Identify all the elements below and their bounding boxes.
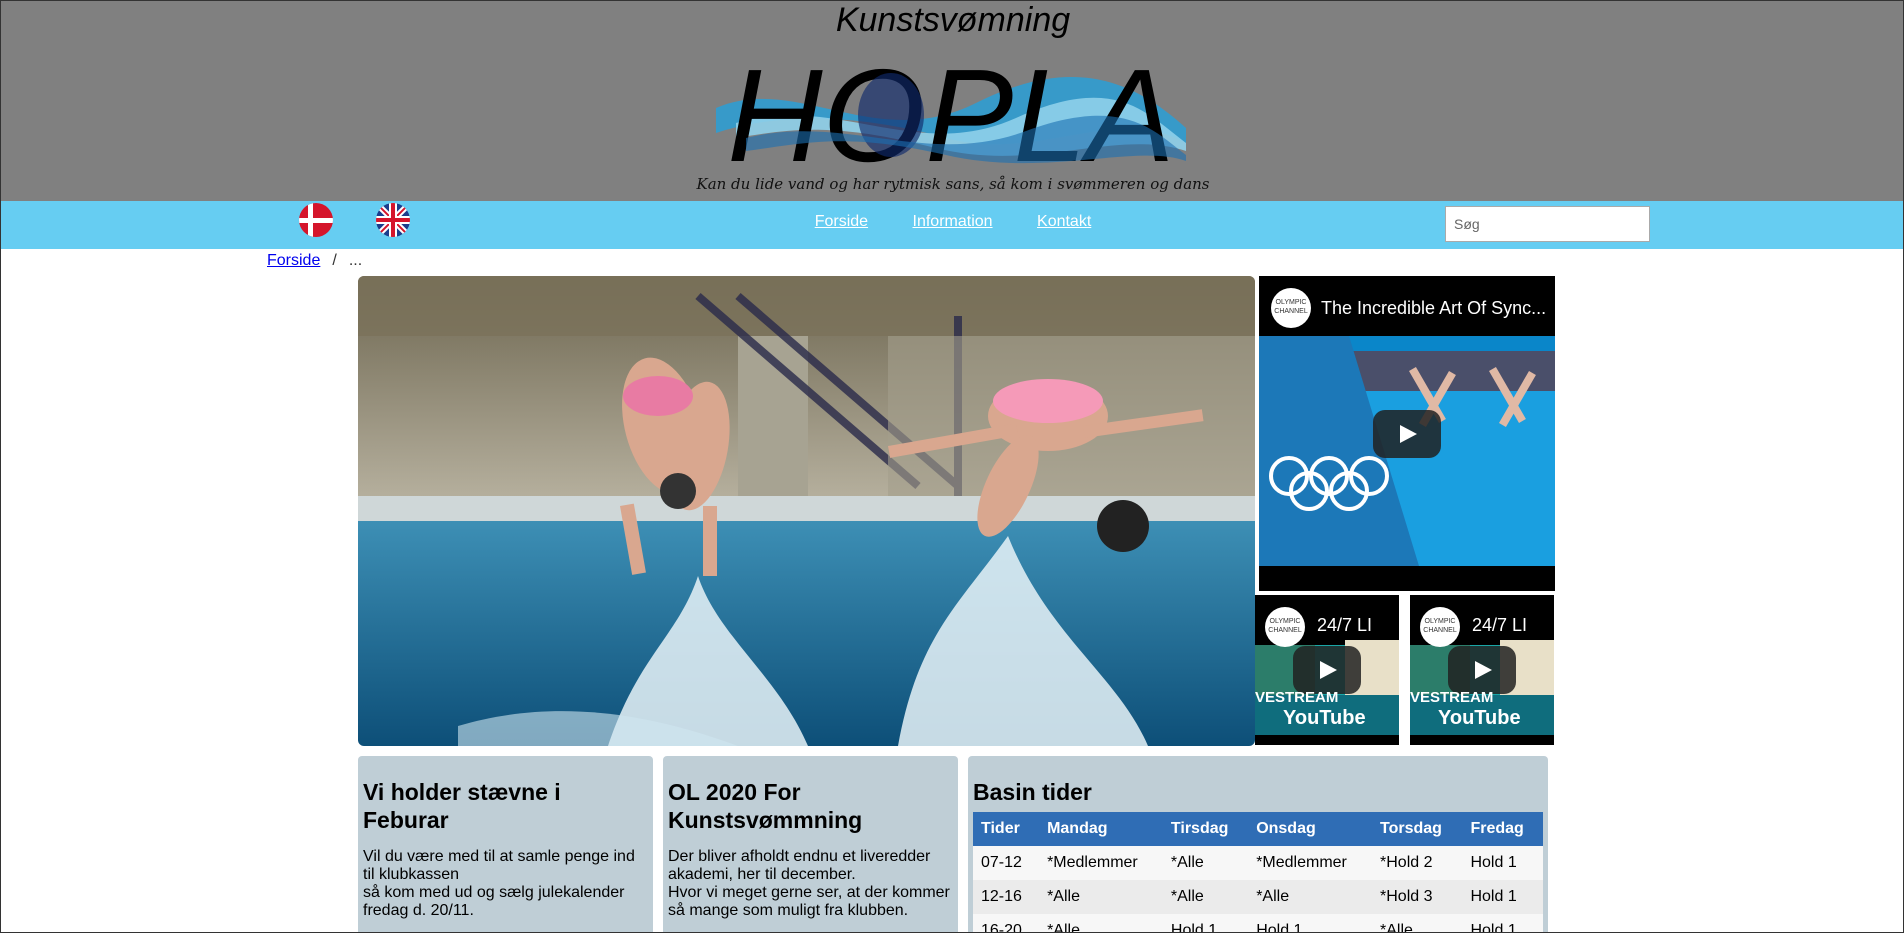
table-cell: *Alle xyxy=(1039,880,1163,914)
play-button-icon[interactable] xyxy=(1293,646,1361,694)
nav-link-kontakt[interactable]: Kontakt xyxy=(1037,213,1091,230)
table-cell: *Medlemmer xyxy=(1248,846,1373,880)
column-header: Tider xyxy=(973,812,1040,846)
nav-link-forside[interactable]: Forside xyxy=(815,213,868,230)
table-cell: *Medlemmer xyxy=(1039,846,1163,880)
table-cell: *Alle xyxy=(1039,914,1163,932)
basin-times-table: Tider Mandag Tirsdag Onsdag Torsdag Fred… xyxy=(973,812,1543,932)
breadcrumb-separator: / xyxy=(332,252,337,269)
logo-subtitle: Kunstsvømning xyxy=(835,1,1071,39)
column-header: Mandag xyxy=(1039,812,1163,846)
video-title[interactable]: 24/7 LI xyxy=(1472,615,1527,636)
page: Kunstsvømning HOPLA Kan du lide vand og … xyxy=(0,0,1904,933)
youtube-logo-icon: YouTube xyxy=(1283,707,1366,729)
table-cell: *Hold 2 xyxy=(1372,846,1463,880)
table-header-row: Tider Mandag Tirsdag Onsdag Torsdag Fred… xyxy=(973,812,1543,846)
video-banner-text: VESTREAM xyxy=(1255,689,1339,706)
video-embed-main[interactable]: OLYMPIC CHANNEL The Incredible Art Of Sy… xyxy=(1259,276,1555,591)
news-card-staevne: Vi holder stævne i Feburar Vil du være m… xyxy=(358,756,653,932)
basin-title: Basin tider xyxy=(973,779,1092,805)
table-cell: *Alle xyxy=(1248,880,1373,914)
breadcrumb-home-link[interactable]: Forside xyxy=(267,252,320,269)
table-cell: 16-20 xyxy=(973,914,1040,932)
search-input[interactable] xyxy=(1445,206,1650,242)
logo-tagline: Kan du lide vand og har rytmisk sans, så… xyxy=(696,175,1210,193)
table-cell: *Alle xyxy=(1162,846,1249,880)
table-row: 12-16 *Alle *Alle *Alle *Hold 3 Hold 1 xyxy=(973,880,1543,914)
table-cell: Hold 1 xyxy=(1248,914,1373,932)
column-header: Onsdag xyxy=(1248,812,1373,846)
column-header: Tirsdag xyxy=(1162,812,1249,846)
card-text-line: Der bliver afholdt endnu et liveredder a… xyxy=(668,848,931,883)
table-row: 07-12 *Medlemmer *Alle *Medlemmer *Hold … xyxy=(973,846,1543,880)
play-button-icon[interactable] xyxy=(1448,646,1516,694)
video-title[interactable]: 24/7 LI xyxy=(1317,615,1372,636)
play-button-icon[interactable] xyxy=(1373,410,1441,458)
video-title[interactable]: The Incredible Art Of Sync... xyxy=(1321,298,1546,319)
table-cell: Hold 1 xyxy=(1462,914,1543,932)
column-header: Torsdag xyxy=(1372,812,1463,846)
card-title: Vi holder stævne i Feburar xyxy=(363,779,561,833)
basin-times-card: Basin tider Tider Mandag Tirsdag Onsdag … xyxy=(968,756,1548,932)
card-title: OL 2020 For Kunstsvømmning xyxy=(668,779,863,833)
video-embed-small-2[interactable]: OLYMPIC CHANNEL 24/7 LI VESTREAM YouTube xyxy=(1410,595,1554,745)
video-embed-small-1[interactable]: OLYMPIC CHANNEL 24/7 LI VESTREAM YouTube xyxy=(1255,595,1399,745)
olympic-channel-badge-icon: OLYMPIC CHANNEL xyxy=(1265,607,1305,647)
youtube-logo-icon: YouTube xyxy=(1438,707,1521,729)
hero-image-synchronized-swimmers xyxy=(358,276,1255,746)
breadcrumb: Forside /... xyxy=(267,252,362,270)
table-row: 16-20 *Alle Hold 1 Hold 1 *Alle Hold 1 xyxy=(973,914,1543,932)
card-text-line: Vil du være med til at samle penge ind t… xyxy=(363,848,635,883)
nav-link-information[interactable]: Information xyxy=(913,213,993,230)
column-header: Fredag xyxy=(1462,812,1543,846)
site-header: Kunstsvømning HOPLA Kan du lide vand og … xyxy=(1,1,1903,201)
card-text-line: så kom med ud og sælg julekalender freda… xyxy=(363,884,625,919)
table-cell: *Alle xyxy=(1372,914,1463,932)
table-cell: *Alle xyxy=(1162,880,1249,914)
table-cell: 07-12 xyxy=(973,846,1040,880)
hopla-logo[interactable]: HOPLA xyxy=(716,43,1186,173)
breadcrumb-current: ... xyxy=(348,252,363,269)
table-cell: Hold 1 xyxy=(1162,914,1249,932)
news-card-ol-2020: OL 2020 For Kunstsvømmning Der bliver af… xyxy=(663,756,958,932)
table-cell: *Hold 3 xyxy=(1372,880,1463,914)
video-banner-text: VESTREAM xyxy=(1410,689,1494,706)
olympic-channel-badge-icon: OLYMPIC CHANNEL xyxy=(1420,607,1460,647)
table-cell: Hold 1 xyxy=(1462,846,1543,880)
table-cell: Hold 1 xyxy=(1462,880,1543,914)
table-cell: 12-16 xyxy=(973,880,1040,914)
card-text-line: Hvor vi meget gerne ser, at der kommer s… xyxy=(668,884,950,919)
olympic-channel-badge-icon: OLYMPIC CHANNEL xyxy=(1271,288,1311,328)
